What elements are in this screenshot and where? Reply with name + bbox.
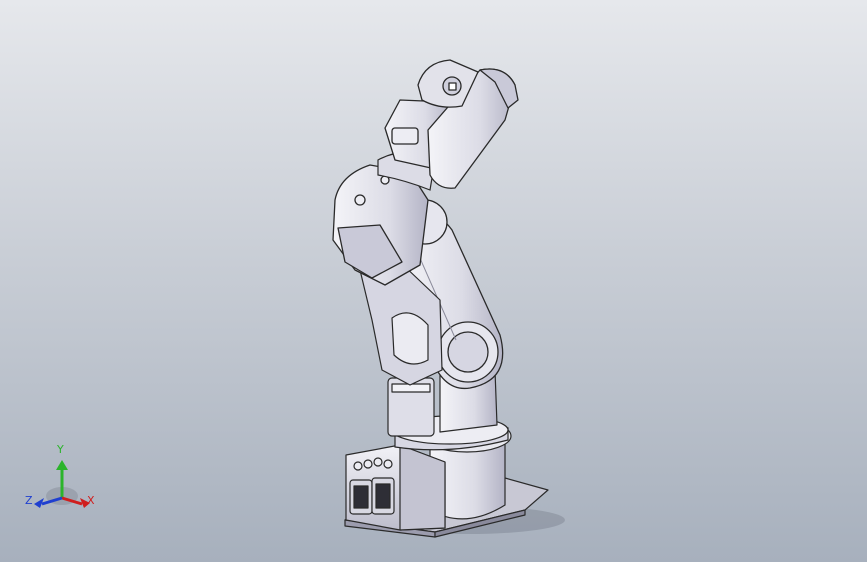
x-axis-label: X: [87, 494, 95, 507]
y-axis-label: Y: [57, 443, 64, 456]
graphics-viewport[interactable]: Y X Z: [0, 0, 867, 562]
y-axis-arrow-icon: [56, 460, 68, 470]
robot-arm-model[interactable]: [0, 0, 867, 562]
z-axis-label: Z: [25, 494, 33, 507]
connector-box: [345, 444, 446, 531]
orientation-triad: Y X Z: [22, 440, 102, 520]
